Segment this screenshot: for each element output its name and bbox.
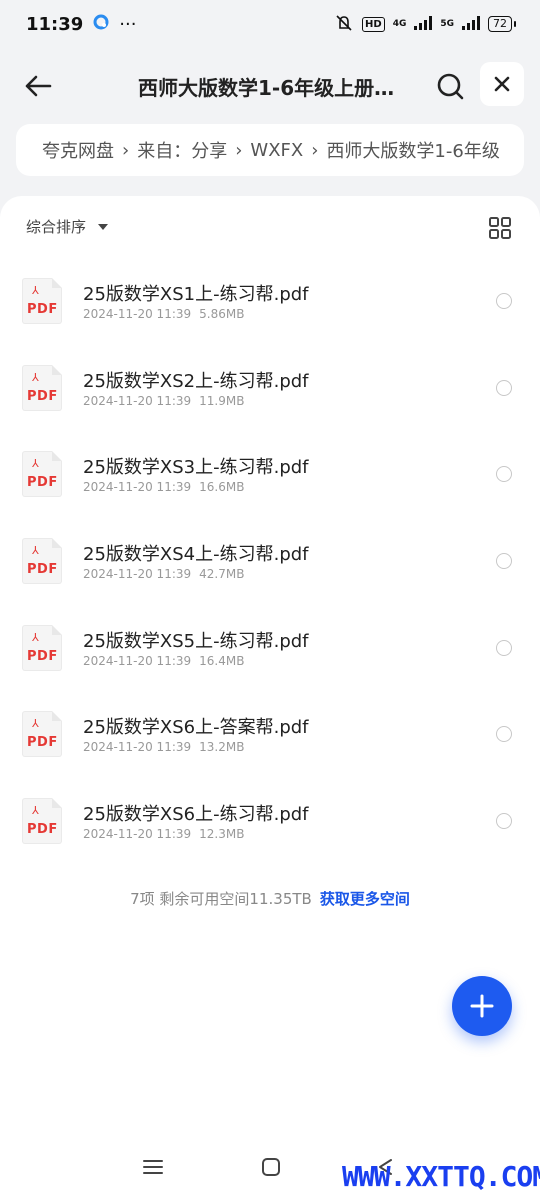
pdf-file-icon: ⅄ PDF: [22, 538, 62, 585]
more-dots: ···: [119, 13, 137, 35]
status-left: 11:39 ···: [26, 14, 136, 35]
file-meta: 2024-11-20 11:39 16.4MB: [83, 654, 244, 668]
breadcrumb-item-share[interactable]: 来自：分享: [137, 137, 227, 163]
home-square-icon: [262, 1158, 280, 1176]
file-size: 16.6MB: [199, 480, 245, 495]
close-icon: [494, 76, 510, 92]
file-meta: 2024-11-20 11:39 42.7MB: [83, 567, 244, 581]
pdf-file-icon: ⅄ PDF: [22, 798, 62, 845]
search-icon: [437, 73, 464, 100]
file-date: 2024-11-20 11:39: [83, 393, 192, 408]
hd-badge: HD: [362, 16, 385, 32]
file-date: 2024-11-20 11:39: [83, 480, 192, 495]
browser-icon: [93, 14, 109, 35]
file-row[interactable]: ⅄ PDF 25版数学XS2上-练习帮.pdf 2024-11-20 11:39 1…: [0, 355, 540, 442]
page-title: 西师大版数学1-6年级上册…: [138, 76, 395, 100]
status-right: HD 4G 5G 72: [334, 14, 516, 35]
pdf-file-icon: ⅄ PDF: [22, 711, 62, 758]
signal-icon-2: [462, 15, 480, 33]
file-name: 25版数学XS2上-练习帮.pdf: [83, 370, 309, 392]
select-radio[interactable]: [496, 813, 512, 830]
network-5g: 5G: [440, 19, 454, 29]
storage-text: 7项 剩余可用空间11.35TB: [130, 890, 312, 908]
file-row[interactable]: ⅄ PDF 25版数学XS1上-练习帮.pdf 2024-11-20 11:39 5…: [0, 268, 540, 355]
pdf-file-icon: ⅄ PDF: [22, 624, 62, 671]
grid-view-button[interactable]: [486, 214, 514, 242]
file-row[interactable]: ⅄ PDF 25版数学XS3上-练习帮.pdf 2024-11-20 11:39 1…: [0, 441, 540, 528]
breadcrumb: 夸克网盘 › 来自：分享 › WXFX › 西师大版数学1-6年级: [16, 124, 524, 176]
close-button[interactable]: [480, 62, 524, 106]
chevron-right-icon: ›: [235, 139, 243, 161]
chevron-right-icon: ›: [122, 139, 130, 161]
status-bar: 11:39 ··· HD 4G 5G 72: [0, 0, 540, 48]
network-4g: 4G: [392, 19, 407, 29]
file-date: 2024-11-20 11:39: [83, 653, 192, 668]
file-meta: 2024-11-20 11:39 13.2MB: [83, 740, 244, 754]
file-name: 25版数学XS1上-练习帮.pdf: [83, 284, 309, 305]
file-date: 2024-11-20 11:39: [83, 567, 192, 582]
mute-icon: [334, 14, 354, 35]
add-button[interactable]: [452, 976, 512, 1036]
select-radio[interactable]: [496, 553, 512, 570]
plus-icon: [470, 994, 494, 1018]
select-radio[interactable]: [496, 639, 512, 656]
file-date: 2024-11-20 11:39: [83, 307, 192, 321]
nav-menu-button[interactable]: [140, 1154, 166, 1180]
top-bar: 西师大版数学1-6年级上册…: [0, 58, 540, 114]
file-size: 5.86MB: [199, 307, 245, 321]
file-name: 25版数学XS4上-练习帮.pdf: [83, 544, 309, 566]
file-date: 2024-11-20 11:39: [83, 740, 192, 755]
search-button[interactable]: [428, 64, 472, 108]
select-radio[interactable]: [496, 466, 512, 483]
menu-icon: [143, 1160, 163, 1174]
chevron-right-icon: ›: [311, 139, 319, 161]
file-name: 25版数学XS5上-练习帮.pdf: [83, 630, 309, 652]
file-meta: 2024-11-20 11:39 11.9MB: [83, 394, 244, 408]
file-row[interactable]: ⅄ PDF 25版数学XS5上-练习帮.pdf 2024-11-20 11:39 1…: [0, 615, 540, 702]
select-radio[interactable]: [496, 379, 512, 396]
file-size: 42.7MB: [199, 567, 245, 582]
file-name: 25版数学XS6上-答案帮.pdf: [83, 717, 309, 739]
breadcrumb-item-current[interactable]: 西师大版数学1-6年级: [326, 137, 499, 163]
file-name: 25版数学XS6上-练习帮.pdf: [83, 804, 309, 826]
file-date: 2024-11-20 11:39: [83, 827, 192, 842]
back-button[interactable]: [16, 64, 60, 108]
caret-down-icon: [98, 223, 109, 230]
battery-indicator: 72: [488, 16, 516, 32]
status-time: 11:39: [26, 13, 84, 35]
file-size: 16.4MB: [199, 653, 245, 668]
arrow-left-icon: [25, 75, 52, 97]
nav-home-button[interactable]: [258, 1154, 284, 1180]
file-list: ⅄ PDF 25版数学XS1上-练习帮.pdf 2024-11-20 11:39 5…: [0, 268, 540, 875]
pdf-file-icon: ⅄ PDF: [22, 451, 62, 498]
watermark: WWW.XXTTQ.COM: [342, 1160, 540, 1193]
file-row[interactable]: ⅄ PDF 25版数学XS4上-练习帮.pdf 2024-11-20 11:39 4…: [0, 528, 540, 615]
file-size: 12.3MB: [199, 827, 245, 842]
file-panel: 综合排序 ⅄ PDF 25版数学XS1上-练习帮.pdf 2024-11-20 1…: [0, 196, 540, 1200]
grid-view-icon: [489, 217, 511, 239]
select-radio[interactable]: [496, 726, 512, 743]
pdf-file-icon: ⅄ PDF: [22, 364, 62, 411]
get-more-space-link[interactable]: 获取更多空间: [320, 890, 410, 908]
file-size: 11.9MB: [199, 393, 245, 408]
file-name: 25版数学XS3上-练习帮.pdf: [83, 457, 309, 479]
sort-dropdown[interactable]: 综合排序: [26, 216, 109, 237]
breadcrumb-item-root[interactable]: 夸克网盘: [42, 137, 114, 163]
signal-icon: [414, 15, 433, 33]
file-size: 13.2MB: [199, 740, 245, 755]
file-meta: 2024-11-20 11:39 12.3MB: [83, 827, 244, 841]
file-row[interactable]: ⅄ PDF 25版数学XS6上-练习帮.pdf 2024-11-20 11:39 1…: [0, 788, 540, 875]
breadcrumb-item-folder[interactable]: WXFX: [250, 140, 303, 161]
file-row[interactable]: ⅄ PDF 25版数学XS6上-答案帮.pdf 2024-11-20 11:39 1…: [0, 701, 540, 788]
sort-label: 综合排序: [26, 218, 87, 236]
file-meta: 2024-11-20 11:39 5.86MB: [83, 307, 244, 321]
storage-summary: 7项 剩余可用空间11.35TB 获取更多空间: [0, 888, 540, 909]
file-meta: 2024-11-20 11:39 16.6MB: [83, 480, 244, 494]
pdf-file-icon: ⅄ PDF: [22, 278, 62, 324]
select-radio[interactable]: [496, 293, 512, 309]
